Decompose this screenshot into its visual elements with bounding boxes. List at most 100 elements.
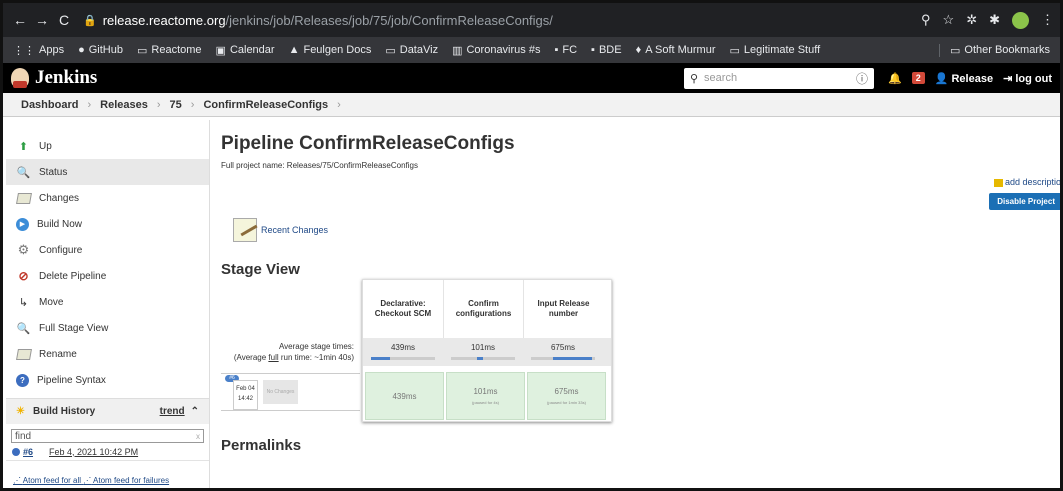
stage-average-row: 439ms 101ms 675ms: [363, 338, 611, 366]
sidebar-item-status[interactable]: 🔍 Status: [6, 159, 209, 185]
sidebar-item-configure[interactable]: ⚙ Configure: [6, 237, 209, 263]
sidebar-item-up[interactable]: ⬆ Up: [6, 133, 209, 159]
address-bar[interactable]: 🔒 release.reactome.org/jenkins/job/Relea…: [83, 8, 913, 32]
build-history-header: ☀ Build History trend ⌃: [6, 398, 209, 424]
sidebar-item-full-stage-view[interactable]: 🔍 Full Stage View: [6, 315, 209, 341]
sidebar: ⬆ Up 🔍 Status Changes ▶ Build Now ⚙ Configur…: [6, 120, 210, 488]
average-bar: [371, 357, 435, 360]
stage-cell[interactable]: 675ms (paused for 1min 33s): [527, 372, 606, 420]
sidebar-item-pipeline-syntax[interactable]: ? Pipeline Syntax: [6, 367, 209, 393]
sidebar-item-move[interactable]: ↳ Move: [6, 289, 209, 315]
puzzle-icon[interactable]: ✱: [989, 12, 1000, 28]
lock-icon: 🔒: [83, 14, 97, 27]
disable-project-button[interactable]: Disable Project: [989, 193, 1060, 210]
permalinks-title: Permalinks: [221, 437, 302, 454]
browser-window: ← → C 🔒 release.reactome.org/jenkins/job…: [0, 0, 1063, 491]
paused-note: (paused for 1min 33s): [547, 400, 586, 405]
bookmark-calendar[interactable]: ▣ Calendar: [216, 44, 275, 57]
logout-icon: ⇥: [1003, 72, 1013, 85]
bookmark-apps[interactable]: ⋮⋮ Apps: [13, 44, 64, 57]
sidebar-item-delete-pipeline[interactable]: ⊘ Delete Pipeline: [6, 263, 209, 289]
fc-icon: ▪: [554, 44, 559, 56]
folder-icon: ▭: [729, 44, 740, 57]
sidebar-item-build-now[interactable]: ▶ Build Now: [6, 211, 209, 237]
notification-badge[interactable]: 2: [911, 72, 925, 84]
build-date-link[interactable]: Feb 4, 2021 10:42 PM: [49, 447, 138, 457]
github-icon: ●: [78, 44, 85, 56]
folder-icon: ▭: [385, 44, 396, 57]
build-date-box[interactable]: Feb 04 14:42: [233, 380, 258, 410]
bookmark-github[interactable]: ● GitHub: [78, 44, 123, 56]
bookmark-reactome[interactable]: ▭ Reactome: [137, 44, 202, 57]
breadcrumb-chevron-icon: ›: [87, 98, 92, 111]
recent-changes-link[interactable]: Recent Changes: [233, 218, 328, 242]
stage-cell[interactable]: 439ms: [365, 372, 444, 420]
logout-link[interactable]: ⇥ log out: [1003, 72, 1052, 85]
build-find-input[interactable]: find x: [11, 429, 204, 443]
kebab-menu-icon[interactable]: ⋮: [1041, 12, 1054, 28]
no-changes-box: No Changes: [263, 380, 298, 404]
breadcrumb-chevron-icon: ›: [190, 98, 195, 111]
drive-icon: ▲: [288, 44, 300, 56]
stage-cell[interactable]: 101ms (paused for 4s): [446, 372, 525, 420]
reload-icon[interactable]: C: [53, 12, 75, 28]
atom-feed-failures-link[interactable]: Atom feed for failures: [93, 476, 169, 485]
clear-x-icon[interactable]: x: [196, 432, 200, 441]
url-path: /jenkins/job/Releases/job/75/job/Confirm…: [225, 12, 553, 28]
breadcrumb-75[interactable]: 75: [170, 99, 182, 111]
sidebar-item-rename[interactable]: Rename: [6, 341, 209, 367]
profile-avatar[interactable]: [1012, 11, 1029, 29]
notepad-icon: [233, 218, 257, 242]
build-status-ball-icon: [12, 447, 20, 456]
collapse-chevron-icon[interactable]: ⌃: [191, 406, 199, 417]
stage-view-table: Declarative: Checkout SCM Confirm config…: [362, 279, 612, 422]
bell-icon[interactable]: 🔔: [888, 72, 902, 85]
bookmark-legitimate-stuff[interactable]: ▭ Legitimate Stuff: [730, 44, 821, 57]
notepad-icon: [15, 347, 32, 361]
star-icon[interactable]: ☆: [943, 12, 955, 28]
stage-header: Declarative: Checkout SCM: [374, 298, 432, 318]
stage-build-row: 439ms 101ms (paused for 4s) 675ms (paused …: [363, 372, 611, 420]
stage-average: 439ms: [363, 338, 443, 366]
browser-toolbar: ← → C 🔒 release.reactome.org/jenkins/job…: [3, 3, 1060, 37]
zoom-icon[interactable]: ⚲: [921, 12, 931, 28]
add-description-link[interactable]: add description: [993, 177, 1060, 187]
jenkins-logo[interactable]: Jenkins: [11, 67, 97, 89]
user-icon: 👤: [934, 72, 949, 85]
breadcrumb-chevron-icon[interactable]: ›: [337, 99, 341, 111]
breadcrumb-dashboard[interactable]: Dashboard: [21, 99, 78, 111]
bookmark-fc[interactable]: ▪ FC: [554, 44, 577, 56]
full-run-link[interactable]: full: [268, 353, 278, 362]
bookmark-bde[interactable]: ▪ BDE: [591, 44, 622, 56]
folder-icon: ▭: [136, 44, 148, 57]
breadcrumb: Dashboard › Releases › 75 › ConfirmReleaseC…: [3, 93, 1060, 117]
atom-feed-all-link[interactable]: Atom feed for all: [23, 476, 81, 485]
bookmark-soft-murmur[interactable]: ♦ A Soft Murmur: [636, 44, 716, 56]
breadcrumb-chevron-icon: ›: [156, 98, 161, 111]
sidebar-item-changes[interactable]: Changes: [6, 185, 209, 211]
bookmark-dataviz[interactable]: ▭ DataViz: [385, 44, 438, 57]
bookmark-coronavirus[interactable]: ▥ Coronavirus #s: [452, 44, 540, 57]
search-placeholder: search: [704, 72, 738, 84]
average-bar: [451, 357, 515, 360]
breadcrumb-releases[interactable]: Releases: [100, 99, 148, 111]
paused-note: (paused for 4s): [472, 400, 499, 405]
bookmark-other[interactable]: ▭ Other Bookmarks: [939, 43, 1050, 57]
build-number-link[interactable]: #6: [23, 447, 33, 457]
search-input[interactable]: ⚲ search ⓘ: [683, 67, 874, 89]
breadcrumb-job[interactable]: ConfirmReleaseConfigs: [203, 99, 328, 111]
help-circle-icon[interactable]: ⓘ: [856, 70, 868, 87]
magnifier-icon: 🔍: [16, 166, 31, 179]
bookmark-feulgen-docs[interactable]: ▲ Feulgen Docs: [289, 44, 372, 56]
user-link[interactable]: 👤 Release: [935, 72, 993, 85]
stage-average: 101ms: [443, 338, 523, 366]
trend-link[interactable]: trend: [160, 406, 185, 417]
main-panel: Pipeline ConfirmReleaseConfigs Full proj…: [221, 133, 1060, 488]
stage-header: Confirm configurations: [443, 280, 523, 338]
back-arrow-icon[interactable]: ←: [9, 12, 31, 28]
forward-arrow-icon[interactable]: →: [31, 12, 53, 28]
extension-gear-icon[interactable]: ✲: [966, 12, 977, 28]
move-icon: ↳: [18, 296, 29, 309]
pencil-icon: [993, 178, 1003, 187]
gear-icon: ⚙: [17, 242, 30, 257]
